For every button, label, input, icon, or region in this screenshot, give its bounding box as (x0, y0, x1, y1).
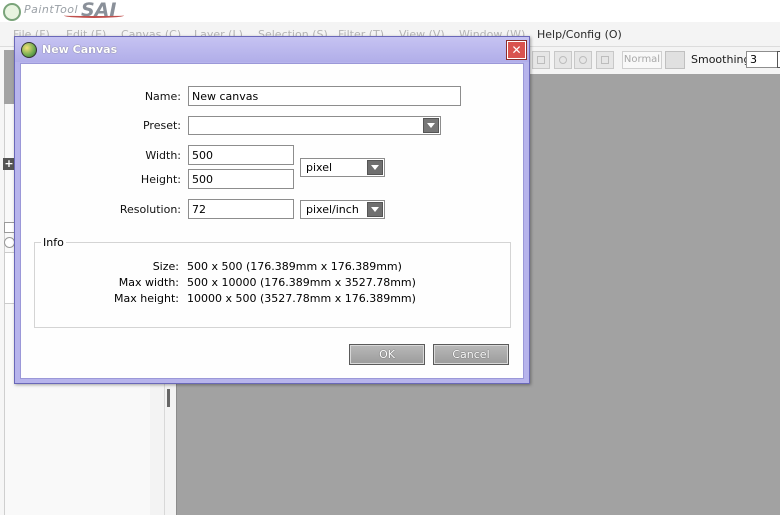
smoothing-label: Smoothing (691, 53, 751, 66)
rotate-icon[interactable] (554, 51, 572, 69)
size-unit-value: pixel (306, 161, 333, 174)
tool-button-icon[interactable] (532, 51, 550, 69)
toolbar: Normal Smoothing 3 (530, 47, 780, 74)
rotate-reset-icon[interactable] (574, 51, 592, 69)
scrollbar-thumb[interactable] (167, 389, 170, 407)
stop-icon[interactable] (596, 51, 614, 69)
ok-button[interactable]: OK (349, 344, 425, 365)
size-unit-select[interactable]: pixel (300, 158, 385, 177)
chevron-down-icon[interactable] (423, 118, 439, 133)
blend-mode-select[interactable]: Normal (622, 51, 662, 69)
resolution-unit-select[interactable]: pixel/inch (300, 200, 385, 219)
close-button[interactable]: ✕ (507, 41, 526, 59)
blend-options-icon[interactable] (665, 51, 685, 69)
app-logo-icon (3, 3, 21, 21)
app-titlebar (0, 0, 780, 22)
cancel-button[interactable]: Cancel (433, 344, 509, 365)
preset-select[interactable] (188, 116, 441, 135)
height-label: Height: (140, 173, 181, 186)
name-input[interactable]: New canvas (188, 86, 461, 106)
resolution-unit-value: pixel/inch (306, 203, 359, 216)
menu-help-config[interactable]: Help/Config (O) (537, 28, 622, 41)
preset-label: Preset: (142, 119, 181, 132)
info-max-height-label: Max height: (113, 292, 179, 305)
dialog-body: Name: New canvas Preset: Width: 500 Heig… (20, 63, 524, 379)
resolution-label: Resolution: (119, 203, 181, 216)
info-size-value: 500 x 500 (176.389mm x 176.389mm) (187, 260, 402, 273)
info-max-width-label: Max width: (118, 276, 179, 289)
chevron-down-icon[interactable] (367, 202, 383, 217)
info-size-label: Size: (152, 260, 179, 273)
app-icon (21, 42, 37, 58)
height-input[interactable]: 500 (188, 169, 294, 189)
smoothing-select[interactable]: 3 (746, 51, 779, 68)
new-canvas-dialog: New Canvas ✕ Name: New canvas Preset: Wi… (14, 36, 530, 384)
chevron-down-icon[interactable] (367, 160, 383, 175)
info-legend: Info (41, 236, 66, 249)
info-max-height-value: 10000 x 500 (3527.78mm x 176.389mm) (187, 292, 416, 305)
dialog-titlebar[interactable]: New Canvas ✕ (15, 37, 529, 62)
logo-swoosh (64, 13, 124, 18)
resolution-input[interactable]: 72 (188, 199, 294, 219)
width-input[interactable]: 500 (188, 145, 294, 165)
width-label: Width: (145, 149, 181, 162)
name-label: Name: (144, 90, 181, 103)
dialog-title: New Canvas (42, 43, 118, 56)
info-max-width-value: 500 x 10000 (176.389mm x 3527.78mm) (187, 276, 416, 289)
